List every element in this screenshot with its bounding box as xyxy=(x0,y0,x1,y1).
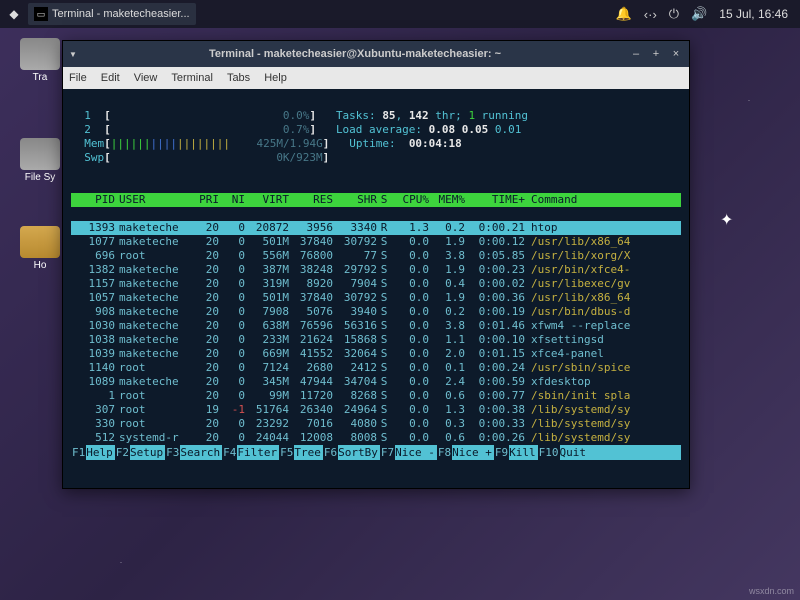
window-menu-dropdown-icon[interactable]: ▼ xyxy=(69,50,81,59)
column-header-mem[interactable]: MEM% xyxy=(429,193,465,207)
process-row[interactable]: 330root2002329270164080S0.00.30:00.33/li… xyxy=(71,417,681,431)
window-title: Terminal - maketecheasier@Xubuntu-makete… xyxy=(81,48,629,60)
column-header-pid[interactable]: PID xyxy=(71,193,115,207)
menu-tabs[interactable]: Tabs xyxy=(227,72,250,84)
terminal-content[interactable]: 1 [ 0.0%] Tasks: 85, 142 thr; 1 running … xyxy=(63,89,689,488)
clock[interactable]: 15 Jul, 16:46 xyxy=(719,7,788,21)
desktop-icon-folder[interactable]: Ho xyxy=(16,226,64,271)
process-row[interactable]: 1393maketeche2002087239563340R1.30.20:00… xyxy=(71,221,681,235)
menubar: File Edit View Terminal Tabs Help xyxy=(63,67,689,89)
taskbar-window-button[interactable]: ▭ Terminal - maketecheasier... xyxy=(28,3,196,25)
column-header-virt[interactable]: VIRT xyxy=(245,193,289,207)
minimize-button[interactable]: – xyxy=(629,47,643,61)
fkey-f9: F9 xyxy=(494,445,509,460)
column-header-time[interactable]: TIME+ xyxy=(465,193,525,207)
power-icon[interactable]: ⏻ xyxy=(669,6,679,22)
menu-edit[interactable]: Edit xyxy=(101,72,120,84)
process-row[interactable]: 512systemd-r20024044120088008S0.00.60:00… xyxy=(71,431,681,445)
process-row[interactable]: 1root20099M117208268S0.00.60:00.77/sbin/… xyxy=(71,389,681,403)
app-menu-icon[interactable]: ◆ xyxy=(4,7,24,21)
process-row[interactable]: 1157maketeche200319M89207904S0.00.40:00.… xyxy=(71,277,681,291)
taskbar-window-label: Terminal - maketecheasier... xyxy=(52,8,190,20)
fkey-label-kill[interactable]: Kill xyxy=(509,445,538,460)
process-row[interactable]: 696root200556M7680077S0.03.80:05.85/usr/… xyxy=(71,249,681,263)
process-row[interactable]: 1089maketeche200345M4794434704S0.02.40:0… xyxy=(71,375,681,389)
close-button[interactable]: × xyxy=(669,47,683,61)
column-header-pri[interactable]: PRI xyxy=(189,193,219,207)
trash-icon xyxy=(20,38,60,70)
fkey-f3: F3 xyxy=(165,445,180,460)
column-header-s[interactable]: S xyxy=(377,193,391,207)
process-row[interactable]: 1038maketeche200233M2162415868S0.01.10:0… xyxy=(71,333,681,347)
drive-icon xyxy=(20,138,60,170)
desktop-icon-trash[interactable]: Tra xyxy=(16,38,64,83)
fkey-f4: F4 xyxy=(222,445,237,460)
fkey-f5: F5 xyxy=(279,445,294,460)
terminal-icon: ▭ xyxy=(34,7,48,21)
fkey-f1: F1 xyxy=(71,445,86,460)
menu-view[interactable]: View xyxy=(134,72,158,84)
column-header-shr[interactable]: SHR xyxy=(333,193,377,207)
process-table-header[interactable]: PIDUSERPRINIVIRTRESSHRSCPU%MEM%TIME+Comm… xyxy=(71,193,681,207)
menu-help[interactable]: Help xyxy=(264,72,287,84)
fkey-label-help[interactable]: Help xyxy=(86,445,115,460)
watermark: wsxdn.com xyxy=(749,586,794,596)
fkey-label-quit[interactable]: Quit xyxy=(560,445,589,460)
menu-terminal[interactable]: Terminal xyxy=(171,72,213,84)
fkey-label-nice+[interactable]: Nice + xyxy=(452,445,494,460)
process-row[interactable]: 1077maketeche200501M3784030792S0.01.90:0… xyxy=(71,235,681,249)
fkey-label-setup[interactable]: Setup xyxy=(130,445,165,460)
fkey-f8: F8 xyxy=(437,445,452,460)
desktop-icon-drive[interactable]: File Sy xyxy=(16,138,64,183)
process-row[interactable]: 1030maketeche200638M7659656316S0.03.80:0… xyxy=(71,319,681,333)
maximize-button[interactable]: + xyxy=(649,47,663,61)
fkey-f2: F2 xyxy=(115,445,130,460)
function-key-bar: F1HelpF2SetupF3SearchF4FilterF5TreeF6Sor… xyxy=(71,445,681,460)
taskbar: ◆ ▭ Terminal - maketecheasier... 🔔 ‹·› ⏻… xyxy=(0,0,800,28)
process-row[interactable]: 1057maketeche200501M3784030792S0.01.90:0… xyxy=(71,291,681,305)
column-header-command[interactable]: Command xyxy=(525,193,681,207)
process-row[interactable]: 908maketeche200790850763940S0.00.20:00.1… xyxy=(71,305,681,319)
column-header-res[interactable]: RES xyxy=(289,193,333,207)
fkey-f7: F7 xyxy=(380,445,395,460)
terminal-window: ▼ Terminal - maketecheasier@Xubuntu-make… xyxy=(62,40,690,489)
fkey-label-filter[interactable]: Filter xyxy=(237,445,279,460)
column-header-cpu[interactable]: CPU% xyxy=(391,193,429,207)
fkey-label-nice-[interactable]: Nice - xyxy=(395,445,437,460)
process-row[interactable]: 1140root200712426802412S0.00.10:00.24/us… xyxy=(71,361,681,375)
volume-icon[interactable]: 🔊 xyxy=(691,6,707,22)
fkey-label-sortby[interactable]: SortBy xyxy=(338,445,380,460)
fkey-f6: F6 xyxy=(323,445,338,460)
folder-icon xyxy=(20,226,60,258)
process-row[interactable]: 1382maketeche200387M3824829792S0.01.90:0… xyxy=(71,263,681,277)
notification-icon[interactable]: 🔔 xyxy=(616,6,632,22)
column-header-user[interactable]: USER xyxy=(115,193,189,207)
network-icon[interactable]: ‹·› xyxy=(644,7,657,22)
process-row[interactable]: 307root19-1517642634024964S0.01.30:00.38… xyxy=(71,403,681,417)
process-row[interactable]: 1039maketeche200669M4155232064S0.02.00:0… xyxy=(71,347,681,361)
menu-file[interactable]: File xyxy=(69,72,87,84)
window-titlebar[interactable]: ▼ Terminal - maketecheasier@Xubuntu-make… xyxy=(63,41,689,67)
fkey-label-search[interactable]: Search xyxy=(180,445,222,460)
column-header-ni[interactable]: NI xyxy=(219,193,245,207)
fkey-f10: F10 xyxy=(538,445,560,460)
fkey-label-tree[interactable]: Tree xyxy=(294,445,323,460)
